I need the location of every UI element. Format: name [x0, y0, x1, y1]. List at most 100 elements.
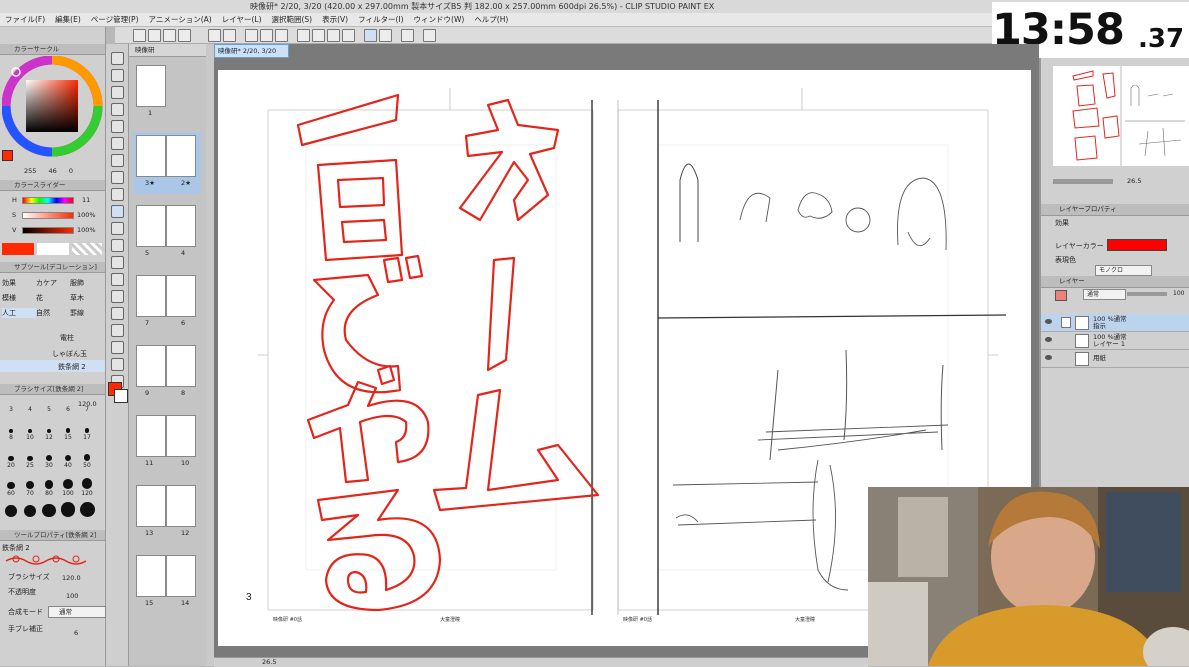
layer-color-chip[interactable]	[1055, 290, 1067, 301]
prop-blend-select[interactable]: 通常	[48, 606, 106, 618]
value-slider[interactable]	[22, 227, 74, 234]
blend-icon[interactable]	[111, 239, 124, 252]
grid-icon[interactable]	[297, 29, 310, 42]
layer-row-paper[interactable]: 用紙	[1041, 350, 1189, 368]
open-icon[interactable]	[148, 29, 161, 42]
zoom-slider[interactable]	[1053, 179, 1113, 184]
undo-icon[interactable]	[208, 29, 221, 42]
transform-icon[interactable]	[275, 29, 288, 42]
hue-slider[interactable]	[22, 197, 74, 204]
layer-opacity-slider[interactable]	[1127, 292, 1167, 296]
eye-icon[interactable]	[1045, 337, 1052, 342]
eye-icon[interactable]	[1045, 319, 1052, 324]
brush-item-barbed-wire[interactable]: 鉄条網 2	[58, 362, 86, 372]
gradient-icon[interactable]	[111, 273, 124, 286]
pen-mode-icon[interactable]	[364, 29, 377, 42]
prop-stabilization-value[interactable]: 6	[74, 629, 78, 637]
page-manager-tab[interactable]: 映像研	[129, 44, 206, 57]
brush-size-cell[interactable]: 100	[59, 490, 77, 525]
brush-icon[interactable]	[111, 188, 124, 201]
sub-tool-pattern[interactable]: 模様	[2, 293, 36, 303]
page-thumbnail[interactable]: 3★ 2★	[133, 132, 201, 194]
sub-tool-flower[interactable]: 花	[36, 293, 70, 303]
menu-help[interactable]: ヘルプ(H)	[469, 13, 513, 26]
brush-item-selected[interactable]	[0, 360, 105, 372]
page-thumbnail[interactable]: 76	[133, 272, 201, 334]
background-swatch[interactable]	[37, 243, 69, 255]
saturation-slider[interactable]	[22, 212, 74, 219]
brush-size-cell[interactable]: 60	[2, 490, 20, 525]
brush-mode-icon[interactable]	[379, 29, 392, 42]
page-thumbnail[interactable]: 15 14	[133, 552, 201, 614]
text-icon[interactable]	[111, 341, 124, 354]
selection-icon[interactable]	[245, 29, 258, 42]
new-icon[interactable]	[133, 29, 146, 42]
document-tab[interactable]: 映像研* 2/20, 3/20	[214, 44, 289, 58]
color-wheel[interactable]	[2, 56, 104, 176]
eraser-icon[interactable]	[111, 222, 124, 235]
tool-sub-color[interactable]	[114, 389, 128, 403]
ruler-tool-icon[interactable]	[111, 324, 124, 337]
prop-brush-size-value[interactable]: 120.0	[62, 574, 81, 582]
snap-icon[interactable]	[327, 29, 340, 42]
pen-icon[interactable]	[111, 154, 124, 167]
select-icon[interactable]	[111, 103, 124, 116]
brush-size-cell[interactable]: 80	[40, 490, 58, 525]
menu-animation[interactable]: アニメーション(A)	[144, 13, 217, 26]
menu-view[interactable]: 表示(V)	[317, 13, 353, 26]
page-thumbnail[interactable]: 1	[133, 62, 201, 124]
brush-size-cell[interactable]: 70	[21, 490, 39, 525]
menu-edit[interactable]: 編集(E)	[50, 13, 86, 26]
fill-icon[interactable]	[260, 29, 273, 42]
eye-icon[interactable]	[1045, 355, 1052, 360]
balloon-icon[interactable]	[111, 358, 124, 371]
menu-file[interactable]: ファイル(F)	[0, 13, 50, 26]
frame-tool-icon[interactable]	[111, 307, 124, 320]
prop-opacity-value[interactable]: 100	[66, 592, 78, 600]
help-icon[interactable]	[423, 29, 436, 42]
page-thumbnail[interactable]: 13 12	[133, 482, 201, 544]
main-color-swatch[interactable]	[2, 150, 13, 161]
export-icon[interactable]	[178, 29, 191, 42]
sub-tool-crowd[interactable]: カケア	[36, 278, 70, 288]
figure-icon[interactable]	[111, 290, 124, 303]
move-icon[interactable]	[111, 86, 124, 99]
layer-row-layer1[interactable]: 100 %通常 レイヤー 1	[1041, 332, 1189, 350]
sub-tool-artificial[interactable]: 人工	[2, 307, 36, 318]
menu-layer[interactable]: レイヤー(L)	[217, 13, 267, 26]
brush-item-pole[interactable]: 電柱	[60, 333, 74, 343]
sub-tool-ruled-line[interactable]: 罫線	[70, 308, 104, 318]
sub-tool-clothing[interactable]: 服飾	[70, 278, 104, 288]
foreground-swatch[interactable]	[2, 243, 34, 255]
brush-item-bubble[interactable]: しゃぼん玉	[52, 349, 87, 359]
expression-color-select[interactable]: モノクロ	[1095, 265, 1152, 276]
menu-page[interactable]: ページ管理(P)	[86, 13, 144, 26]
ruler-icon[interactable]	[312, 29, 325, 42]
sub-tool-nature[interactable]: 自然	[36, 308, 70, 318]
hand-icon[interactable]	[111, 52, 124, 65]
transparent-swatch[interactable]	[72, 243, 102, 255]
pencil-icon[interactable]	[111, 171, 124, 184]
redo-icon[interactable]	[223, 29, 236, 42]
decoration-icon[interactable]	[111, 205, 124, 218]
menu-selection[interactable]: 選択範囲(S)	[267, 13, 318, 26]
layer-color-swatch[interactable]	[1107, 239, 1167, 251]
sub-tool-plants[interactable]: 草木	[70, 293, 104, 303]
zoom-icon[interactable]	[111, 69, 124, 82]
page-thumbnail[interactable]: 11 10	[133, 412, 201, 474]
menu-filter[interactable]: フィルター(I)	[353, 13, 408, 26]
frame-icon[interactable]	[342, 29, 355, 42]
page-scrollbar[interactable]	[206, 44, 214, 666]
fill-tool-icon[interactable]	[111, 256, 124, 269]
layer-blend-select[interactable]: 通常	[1083, 289, 1126, 300]
sub-tool-effect[interactable]: 効果	[2, 278, 36, 288]
check-icon[interactable]	[401, 29, 414, 42]
eyedropper-icon[interactable]	[111, 137, 124, 150]
wand-icon[interactable]	[111, 120, 124, 133]
brush-size-cell[interactable]: 120	[78, 490, 96, 525]
page-thumbnail[interactable]: 54	[133, 202, 201, 264]
save-icon[interactable]	[163, 29, 176, 42]
menu-window[interactable]: ウィンドウ(W)	[409, 13, 470, 26]
page-thumbnail[interactable]: 98	[133, 342, 201, 404]
layer-row-instructions[interactable]: 100 %通常 指示	[1041, 314, 1189, 332]
